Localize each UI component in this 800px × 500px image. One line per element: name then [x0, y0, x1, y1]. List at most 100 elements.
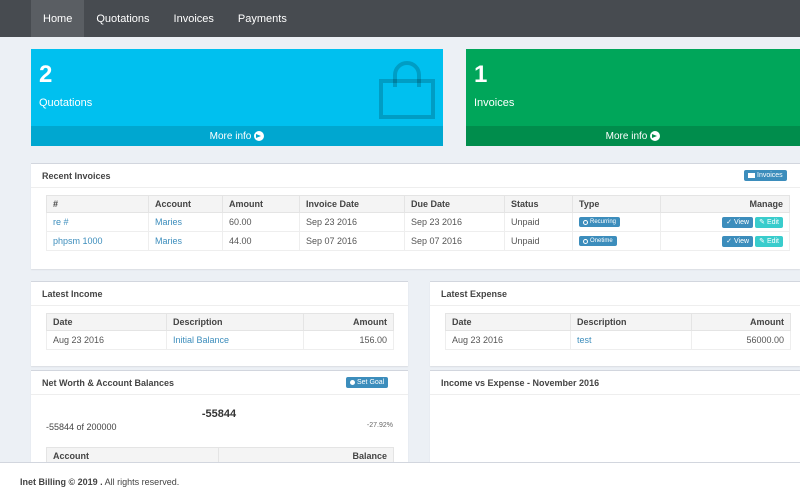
panel-divider: [31, 187, 800, 188]
type-badge-label: Onetime: [590, 238, 613, 245]
shopping-bag-icon: [379, 61, 435, 119]
set-goal-button[interactable]: Set Goal: [346, 377, 389, 388]
edit-button[interactable]: ✎ Edit: [755, 216, 783, 228]
col-status: Status: [504, 195, 573, 213]
col-amount: Amount: [691, 313, 791, 331]
account-link[interactable]: Maries: [148, 231, 223, 251]
amount-cell: 60.00: [222, 212, 300, 232]
view-button-label: View: [734, 237, 750, 245]
invoices-button[interactable]: Invoices: [744, 170, 787, 181]
panel-divider: [31, 305, 408, 306]
table-header-row: Account Balance: [46, 447, 394, 462]
account-link[interactable]: Maries: [148, 212, 223, 232]
due-date-cell: Sep 07 2016: [404, 231, 505, 251]
invoices-label: Invoices: [474, 97, 515, 109]
latest-expense-table: Date Description Amount Aug 23 2016 test…: [445, 313, 791, 350]
description-link[interactable]: test: [570, 330, 692, 350]
col-balance: Balance: [218, 447, 394, 462]
arrow-circle-right-icon: [650, 131, 661, 141]
account-balances-table: Account Balance: [46, 447, 394, 462]
view-button[interactable]: ✓ View: [722, 235, 754, 247]
income-vs-expense-title: Income vs Expense - November 2016: [441, 378, 600, 388]
col-date: Date: [445, 313, 571, 331]
quotations-count: 2: [39, 61, 53, 88]
footer-brand: Inet Billing © 2019 .: [20, 477, 103, 487]
net-worth-panel: Net Worth & Account Balances Set Goal -5…: [31, 370, 408, 462]
net-worth-percent: -27.92%: [366, 422, 393, 429]
list-icon: [748, 173, 755, 178]
col-manage: Manage: [660, 195, 790, 213]
view-button-label: View: [734, 218, 750, 226]
footer-rights: All rights reserved.: [104, 477, 180, 487]
panel-divider: [430, 394, 800, 395]
footer: Inet Billing © 2019 . All rights reserve…: [0, 462, 800, 500]
status-cell: Unpaid: [504, 231, 573, 251]
table-row: re # Maries 60.00 Sep 23 2016 Sep 23 201…: [46, 212, 790, 232]
col-account: Account: [148, 195, 223, 213]
invoices-stat-box: 1 Invoices More info: [466, 49, 800, 146]
description-link[interactable]: Initial Balance: [166, 330, 304, 350]
type-badge-label: Recurring: [590, 219, 617, 226]
income-vs-expense-panel: Income vs Expense - November 2016: [430, 370, 800, 462]
view-button[interactable]: ✓ View: [722, 216, 754, 228]
col-invoice-date: Invoice Date: [299, 195, 405, 213]
manage-cell: ✓ View ✎ Edit: [660, 212, 790, 232]
amount-cell: 44.00: [222, 231, 300, 251]
recent-invoices-title: Recent Invoices: [42, 171, 111, 181]
table-header-row: Date Description Amount: [445, 313, 791, 331]
set-goal-button-label: Set Goal: [357, 379, 385, 386]
invoices-button-label: Invoices: [757, 172, 783, 179]
quotations-more-info-link[interactable]: More info: [31, 126, 443, 146]
invoices-count: 1: [474, 61, 488, 88]
panel-divider: [31, 394, 408, 395]
nav-quotations[interactable]: Quotations: [84, 0, 161, 37]
latest-income-panel: Latest Income Date Description Amount Au…: [31, 281, 408, 366]
invoice-number-link[interactable]: re #: [46, 212, 149, 232]
table-header-row: Date Description Amount: [46, 313, 394, 331]
quotations-label: Quotations: [39, 97, 93, 109]
col-account: Account: [46, 447, 219, 462]
quotations-more-info-label: More info: [209, 130, 252, 142]
col-date: Date: [46, 313, 167, 331]
table-header-row: # Account Amount Invoice Date Due Date S…: [46, 195, 790, 213]
type-cell: Onetime: [572, 231, 661, 251]
edit-button-label: Edit: [766, 218, 779, 226]
invoice-number-link[interactable]: phpsm 1000: [46, 231, 149, 251]
invoices-more-info-link[interactable]: More info: [466, 126, 800, 146]
col-description: Description: [166, 313, 304, 331]
manage-cell: ✓ View ✎ Edit: [660, 231, 790, 251]
edit-button[interactable]: ✎ Edit: [755, 235, 783, 247]
type-badge: Onetime: [579, 236, 617, 247]
latest-expense-title: Latest Expense: [441, 289, 508, 299]
due-date-cell: Sep 23 2016: [404, 212, 505, 232]
invoice-date-cell: Sep 23 2016: [299, 212, 405, 232]
type-badge: Recurring: [579, 217, 621, 228]
amount-cell: 56000.00: [691, 330, 791, 350]
date-cell: Aug 23 2016: [445, 330, 571, 350]
refresh-icon: [583, 219, 588, 225]
recent-invoices-panel: Recent Invoices Invoices # Account Amoun…: [31, 163, 800, 269]
col-due-date: Due Date: [404, 195, 505, 213]
target-icon: [350, 380, 355, 385]
nav-payments[interactable]: Payments: [226, 0, 299, 37]
latest-income-title: Latest Income: [42, 289, 103, 299]
recent-invoices-table: # Account Amount Invoice Date Due Date S…: [46, 195, 790, 251]
col-amount: Amount: [303, 313, 394, 331]
net-worth-of-goal: -55844 of 200000: [46, 422, 117, 432]
col-number: #: [46, 195, 149, 213]
net-worth-value: -55844: [201, 408, 237, 420]
arrow-circle-right-icon: [254, 131, 265, 141]
table-row: Aug 23 2016 test 56000.00: [445, 330, 791, 350]
quotations-stat-box: 2 Quotations More info: [31, 49, 443, 146]
table-row: phpsm 1000 Maries 44.00 Sep 07 2016 Sep …: [46, 231, 790, 251]
nav-home[interactable]: Home: [31, 0, 85, 37]
status-cell: Unpaid: [504, 212, 573, 232]
amount-cell: 156.00: [303, 330, 394, 350]
nav-invoices[interactable]: Invoices: [162, 0, 226, 37]
col-amount: Amount: [222, 195, 300, 213]
col-type: Type: [572, 195, 661, 213]
pencil-icon: ✎: [759, 219, 765, 227]
latest-income-table: Date Description Amount Aug 23 2016 Init…: [46, 313, 394, 350]
edit-button-label: Edit: [766, 237, 779, 245]
circle-icon: [583, 238, 588, 244]
